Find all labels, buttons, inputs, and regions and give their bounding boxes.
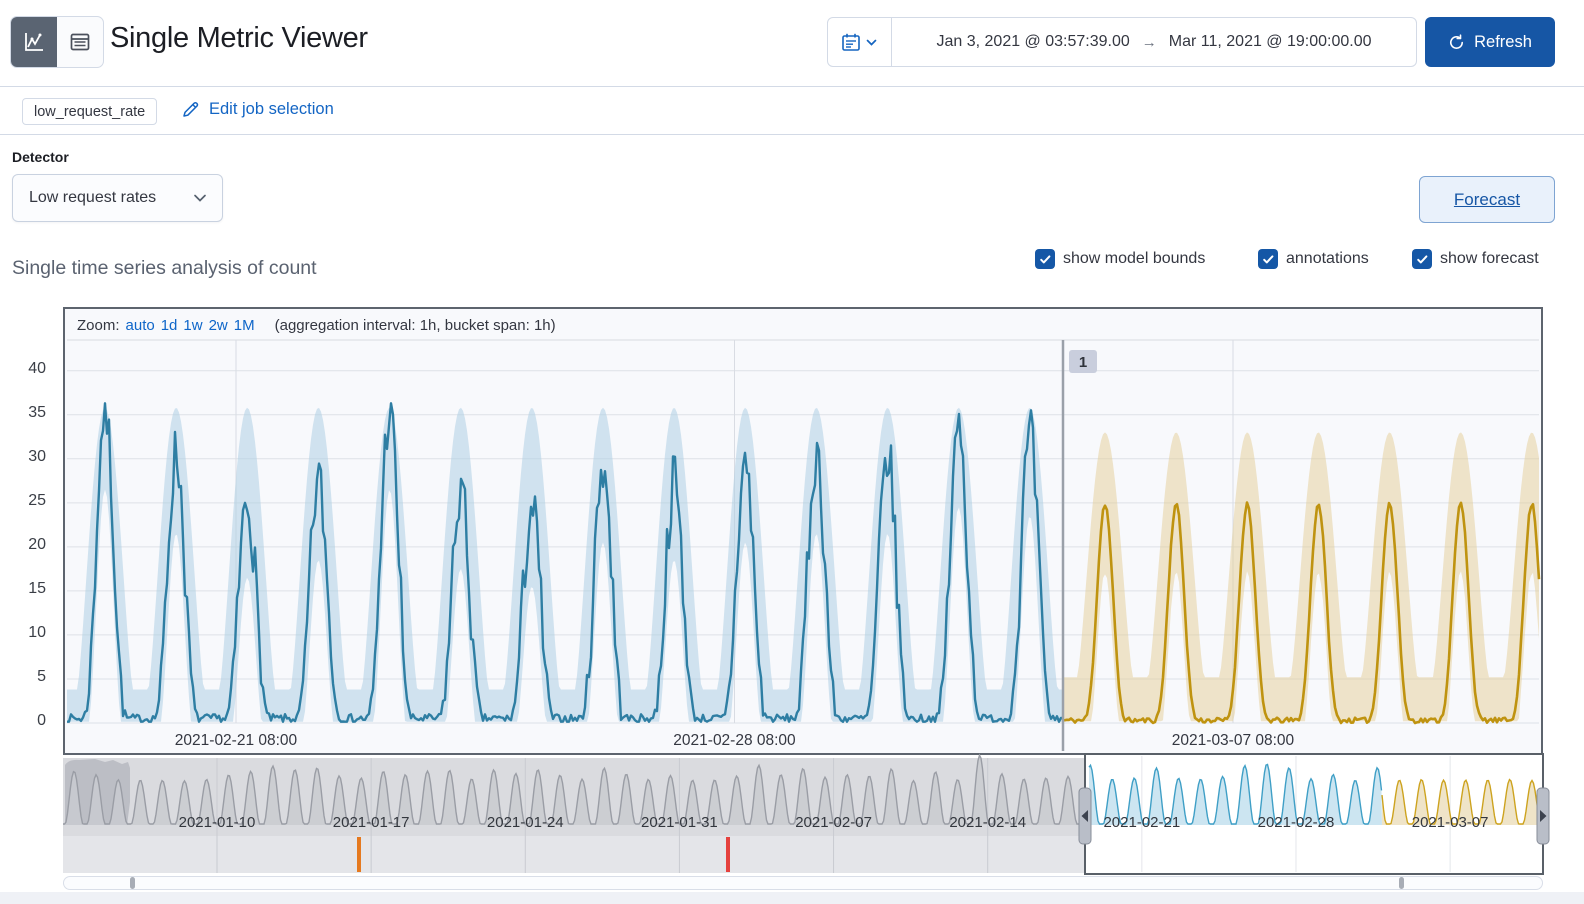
zoom-link-1M[interactable]: 1M [234, 317, 255, 334]
zoom-link-1w[interactable]: 1w [183, 317, 202, 334]
context-axis-label: 2021-01-24 [487, 814, 564, 831]
anomaly-swimlane [63, 836, 1085, 873]
pencil-icon [181, 100, 200, 119]
y-axis-tick-label: 20 [28, 535, 46, 553]
scrollbar-thumb-left[interactable] [130, 877, 135, 889]
time-range-start[interactable]: Jan 3, 2021 @ 03:57:39.00 [936, 33, 1129, 51]
anomaly-marker-critical[interactable] [726, 837, 730, 872]
calendar-icon [841, 32, 861, 52]
table-icon [68, 30, 92, 54]
zoom-label: Zoom: [77, 317, 120, 334]
chart-zoom-controls: Zoom: auto 1d 1w 2w 1M (aggregation inte… [77, 317, 556, 334]
context-navigator-chart[interactable]: 2021-01-10 2021-01-17 2021-01-24 2021-01-31… [55, 752, 1559, 878]
aggregation-note: (aggregation interval: 1h, bucket span: … [274, 317, 556, 334]
time-series-chart[interactable]: Zoom: auto 1d 1w 2w 1M (aggregation inte… [63, 307, 1543, 755]
main-plot-svg[interactable]: 1 [65, 309, 1541, 753]
y-axis-tick-label: 0 [37, 712, 46, 729]
horizontal-scrollbar[interactable] [63, 876, 1543, 890]
context-axis-label: 2021-01-10 [179, 814, 256, 831]
chart-view-button[interactable] [11, 17, 57, 67]
zoom-link-1d[interactable]: 1d [161, 317, 178, 334]
zoom-link-2w[interactable]: 2w [209, 317, 228, 334]
context-axis-label: 2021-01-31 [641, 814, 718, 831]
table-view-button[interactable] [57, 17, 103, 67]
y-axis-tick-label: 15 [28, 579, 46, 597]
context-axis-label: 2021-02-07 [795, 814, 872, 831]
y-axis-tick-label: 10 [28, 623, 46, 641]
y-axis-tick-label: 30 [28, 447, 46, 465]
checkbox-checked-icon[interactable] [1258, 249, 1278, 269]
x-axis-tick-label: 2021-02-28 08:00 [673, 732, 796, 749]
calendar-dropdown[interactable] [828, 18, 892, 66]
header-divider [0, 86, 1584, 87]
detector-select[interactable]: Low request rates [12, 174, 223, 222]
context-axis-label: 2021-03-07 [1412, 814, 1489, 831]
line-chart-icon [22, 30, 46, 54]
time-range-arrow-icon: → [1141, 33, 1157, 51]
analysis-heading: Single time series analysis of count [12, 257, 317, 279]
edit-job-selection-link[interactable]: Edit job selection [181, 100, 334, 119]
detector-label: Detector [12, 149, 69, 165]
chevron-down-icon [192, 190, 208, 206]
checkbox-annotations[interactable]: annotations [1258, 249, 1369, 269]
y-axis-tick-label: 40 [28, 359, 46, 377]
refresh-button[interactable]: Refresh [1425, 17, 1555, 67]
page-bottom-background [0, 892, 1584, 904]
zoom-link-auto[interactable]: auto [126, 317, 155, 334]
job-id-badge[interactable]: low_request_rate [22, 98, 158, 125]
chevron-down-icon [865, 36, 878, 49]
job-row-divider [0, 134, 1584, 135]
checkbox-show-forecast[interactable]: show forecast [1412, 249, 1539, 269]
context-axis-label: 2021-02-21 [1103, 814, 1180, 831]
context-axis-label: 2021-02-28 [1258, 814, 1335, 831]
refresh-icon [1448, 33, 1465, 51]
y-axis-tick-label: 5 [37, 667, 46, 685]
time-range-picker[interactable]: Jan 3, 2021 @ 03:57:39.00 → Mar 11, 2021… [827, 17, 1417, 67]
context-axis-label: 2021-02-14 [949, 814, 1026, 831]
anomaly-marker-major[interactable] [357, 837, 361, 872]
y-axis-tick-label: 25 [28, 491, 46, 509]
checkbox-checked-icon[interactable] [1035, 249, 1055, 269]
model-bounds-area [67, 407, 1063, 722]
x-axis-tick-label: 2021-03-07 08:00 [1171, 732, 1295, 749]
checkbox-show-model-bounds[interactable]: show model bounds [1035, 249, 1205, 269]
scrollbar-thumb-right[interactable] [1399, 877, 1404, 889]
time-range-end[interactable]: Mar 11, 2021 @ 19:00:00.00 [1169, 33, 1372, 51]
forecast-button[interactable]: Forecast [1419, 176, 1555, 223]
view-mode-toggle[interactable] [10, 16, 104, 68]
x-axis-tick-label: 2021-02-21 08:00 [174, 732, 298, 749]
checkbox-checked-icon[interactable] [1412, 249, 1432, 269]
context-axis-label: 2021-01-17 [333, 814, 410, 831]
actual-series-line [67, 402, 1063, 723]
y-axis-tick-label: 35 [28, 403, 46, 421]
annotation-badge-label: 1 [1079, 354, 1087, 371]
page-title: Single Metric Viewer [110, 22, 368, 54]
